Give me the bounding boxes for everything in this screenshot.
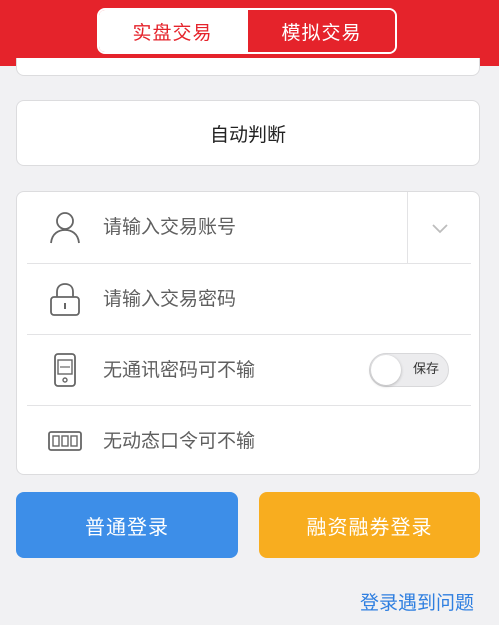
toggle-knob — [371, 355, 401, 385]
comm-password-input[interactable]: 无通讯密码可不输 — [103, 335, 255, 406]
lock-icon — [50, 283, 80, 316]
login-form: 请输入交易账号 请输入交易密码 无通讯密码可不输 保存 无动态口令可不输 — [16, 191, 480, 475]
login-help-link[interactable]: 登录遇到问题 — [360, 588, 474, 615]
normal-login-button[interactable]: 普通登录 — [16, 492, 238, 558]
password-input[interactable]: 请输入交易密码 — [103, 264, 236, 335]
chevron-down-icon[interactable] — [430, 218, 450, 238]
top-bar: 实盘交易 模拟交易 — [0, 0, 499, 66]
account-input[interactable]: 请输入交易账号 — [103, 192, 236, 263]
broker-selector[interactable]: 自动判断 — [16, 100, 480, 166]
token-icon — [48, 431, 82, 451]
trade-mode-switch: 实盘交易 模拟交易 — [97, 8, 397, 54]
scrolled-card-edge — [16, 58, 480, 76]
tab-simulated-trading[interactable]: 模拟交易 — [246, 10, 395, 52]
broker-selector-label: 自动判断 — [209, 123, 286, 146]
comm-password-row[interactable]: 无通讯密码可不输 保存 — [17, 335, 479, 406]
save-toggle[interactable]: 保存 — [369, 353, 449, 387]
tab-real-trading[interactable]: 实盘交易 — [99, 10, 246, 52]
user-icon — [50, 212, 80, 244]
otp-row[interactable]: 无动态口令可不输 — [17, 406, 479, 477]
margin-login-button[interactable]: 融资融券登录 — [259, 492, 480, 558]
phone-icon — [54, 353, 76, 387]
account-row[interactable]: 请输入交易账号 — [17, 192, 479, 263]
password-row[interactable]: 请输入交易密码 — [17, 264, 479, 335]
otp-input[interactable]: 无动态口令可不输 — [103, 406, 255, 477]
save-toggle-label: 保存 — [412, 362, 439, 377]
dropdown-divider — [407, 192, 408, 263]
